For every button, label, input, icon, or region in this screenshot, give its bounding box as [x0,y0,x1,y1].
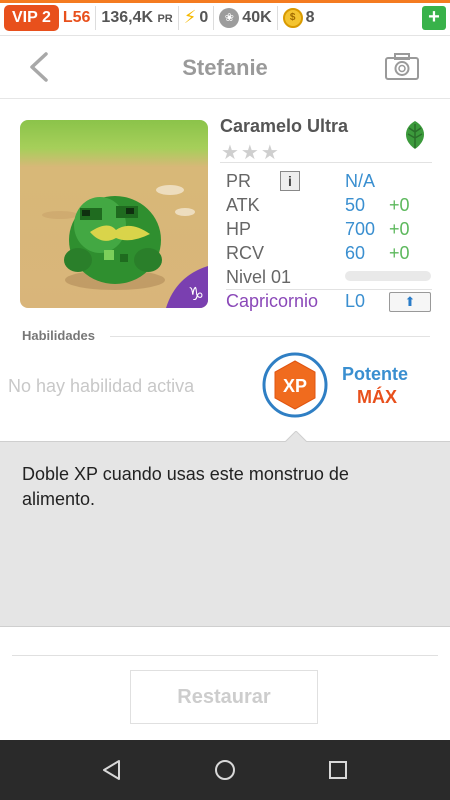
atk-label: ATK [226,195,260,215]
paw-icon: ❀ [219,7,240,28]
divider [110,336,430,337]
abilities-heading: Habilidades [22,328,95,343]
rcv-bonus: +0 [389,243,410,263]
level-progress-bar [345,271,431,281]
food-value: 40K [242,8,272,26]
hp-label: HP [226,219,252,239]
rcv-label: RCV [226,243,265,263]
divider [213,5,215,30]
xp-badge-text: XP [283,376,307,396]
divider [220,162,432,163]
coin-icon: $ [282,7,303,28]
player-level: L56 [62,8,91,26]
food-counter[interactable]: ❀ 40K [219,7,272,28]
rcv-value: 60 [345,243,366,263]
divider [226,289,432,290]
lightning-bolt-icon: ⚡ [183,7,197,27]
coin-value: 8 [305,8,315,26]
recent-apps-square-icon[interactable] [326,758,350,782]
atk-value: 50 [345,195,366,215]
level-label: Nivel 01 [226,267,292,287]
divider [12,655,438,656]
monster-name: Caramelo Ultra [220,116,349,136]
vip-badge[interactable]: VIP 2 [4,4,59,31]
add-currency-button[interactable]: + [422,5,446,30]
double-xp-skill-icon[interactable]: XP [262,352,328,418]
upgrade-sign-button[interactable]: ⬆ [389,292,431,312]
potency-level: MÁX [357,387,397,407]
no-active-skill-text: No hay habilidad activa [8,376,195,396]
info-icon[interactable]: i [280,171,300,191]
hp-bonus: +0 [389,219,410,239]
page-title: Stefanie [182,55,268,80]
coin-counter[interactable]: $ 8 [282,7,315,28]
vip-label: VIP 2 [12,8,51,26]
ability-description: Doble XP cuando usas este monstruo de al… [22,464,349,509]
capricorn-sign-icon: ♑ [166,266,208,308]
back-triangle-icon[interactable] [100,758,124,782]
divider [177,5,179,30]
hp-value: 700 [345,219,376,239]
energy-counter[interactable]: ⚡ 0 [184,7,209,28]
restore-button[interactable]: Restaurar [130,670,318,724]
pr-value: N/A [345,171,376,191]
camera-icon[interactable] [384,51,420,81]
leaf-element-icon [399,119,431,151]
power-rating-value: 136,4K [101,8,154,26]
zodiac-sign-level: L0 [345,291,366,311]
panel-pointer [284,431,308,443]
top-accent-line [0,0,450,3]
potency-label: Potente [342,364,409,384]
home-circle-icon[interactable] [213,758,237,782]
pr-label: PR [226,171,252,191]
power-rating-unit: PR [157,12,173,25]
system-navigation-bar [0,740,450,800]
divider [276,5,278,30]
power-rating: 136,4K PR [101,9,172,27]
svg-text:♑: ♑ [188,284,204,305]
zodiac-sign-label: Capricornio [226,291,319,311]
monster-portrait[interactable]: ♑ [20,120,208,308]
divider [95,5,97,30]
currency-bar: VIP 2 L56 136,4K PR ⚡ 0 ❀ 40K $ 8 + [0,0,450,36]
atk-bonus: +0 [389,195,410,215]
energy-value: 0 [199,8,209,26]
screen-header: Stefanie [0,37,450,99]
